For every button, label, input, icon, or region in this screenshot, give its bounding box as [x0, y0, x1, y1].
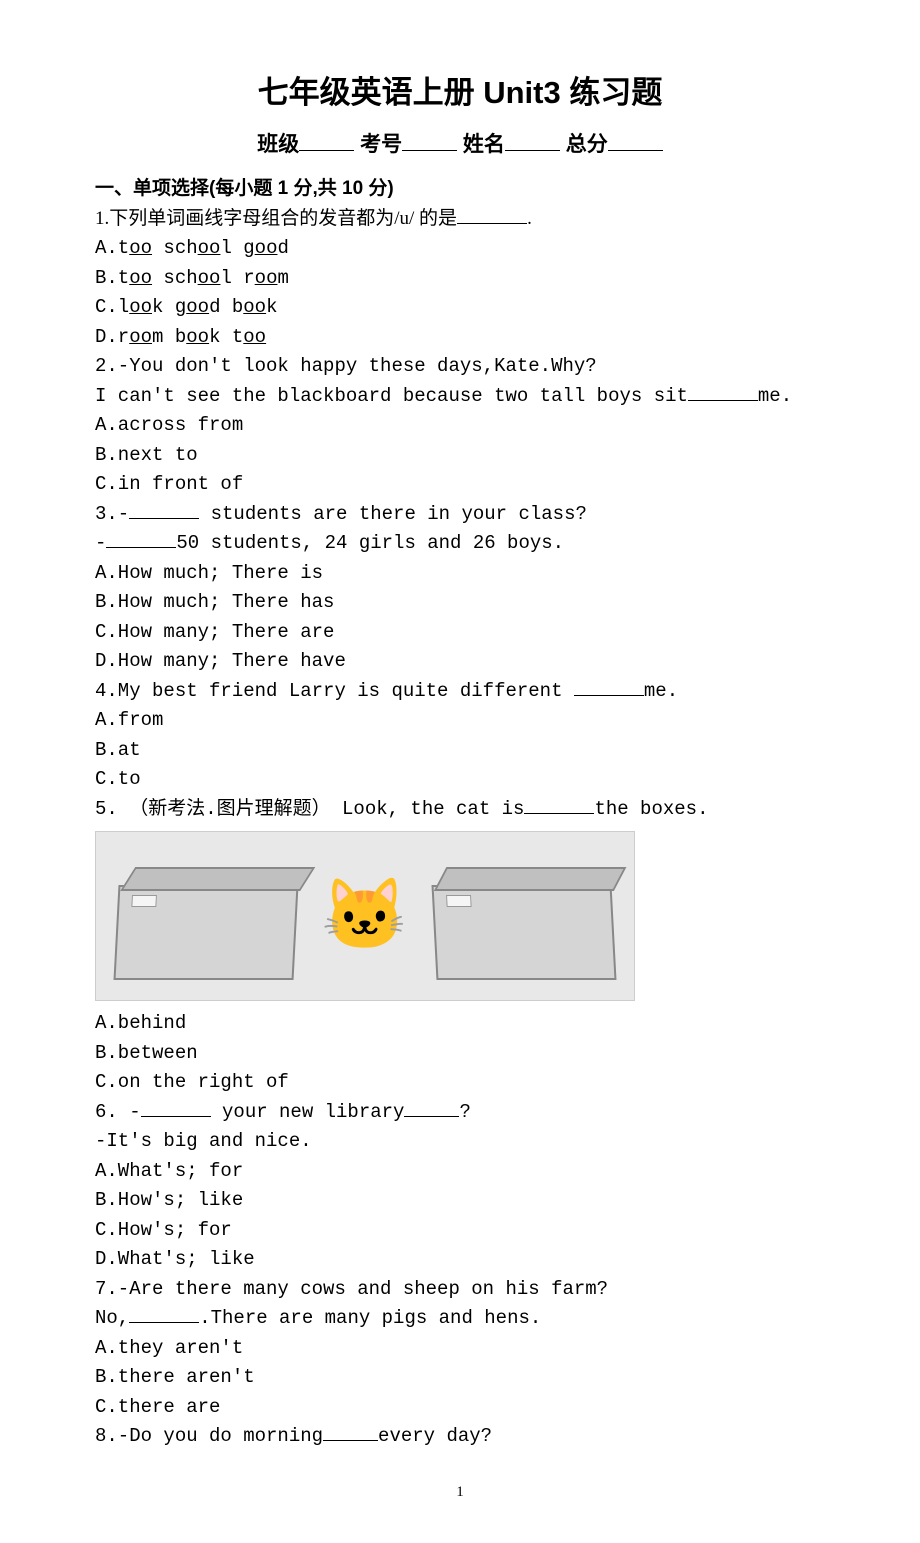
name-label: 姓名 [463, 133, 505, 156]
q2-line2: I can't see the blackboard because two t… [95, 382, 825, 411]
q5-option-b: B.between [95, 1039, 825, 1068]
box-left-icon [114, 885, 299, 980]
q3-option-b: B.How much; There has [95, 588, 825, 617]
q6-blank1[interactable] [141, 1098, 211, 1117]
q3-line2: - 50 students, 24 girls and 26 boys. [95, 529, 825, 558]
q2-option-b: B.next to [95, 441, 825, 470]
q6-option-d: D.What's; like [95, 1245, 825, 1274]
q3-option-c: C.How many; There are [95, 618, 825, 647]
q7-blank[interactable] [129, 1304, 199, 1323]
document-subtitle: 班级 考号 姓名 总分 [95, 129, 825, 161]
q6-option-a: A.What's; for [95, 1157, 825, 1186]
q3-line1-post: students are there in your class? [199, 503, 587, 525]
q8-line1-post: every day? [378, 1425, 492, 1447]
q6-option-c: C.How's; for [95, 1216, 825, 1245]
cat-icon: 🐱 [321, 864, 408, 969]
document-title: 七年级英语上册 Unit3 练习题 [95, 70, 825, 117]
q7-line2: No, .There are many pigs and hens. [95, 1304, 825, 1333]
q1-option-c: C.look good book [95, 293, 825, 322]
q2-blank[interactable] [688, 382, 758, 401]
q6-line1-mid: your new library [211, 1101, 405, 1123]
q5-line1-pre: 5. （新考法.图片理解题） Look, the cat is [95, 798, 524, 820]
q4-line1-post: me. [644, 680, 678, 702]
q2-line2-post: me. [758, 385, 792, 407]
q1-option-d: D.room book too [95, 323, 825, 352]
q5-blank[interactable] [524, 795, 594, 814]
q7-line1: 7.-Are there many cows and sheep on his … [95, 1275, 825, 1304]
q1-stem-post: . [527, 208, 532, 229]
exam-no-label: 考号 [360, 133, 402, 156]
class-blank[interactable] [299, 130, 354, 151]
q3-option-a: A.How much; There is [95, 559, 825, 588]
q2-option-a: A.across from [95, 411, 825, 440]
q7-line2-pre: No, [95, 1307, 129, 1329]
q2-line2-pre: I can't see the blackboard because two t… [95, 385, 688, 407]
q1-option-a: A.too school good [95, 234, 825, 263]
q8-line1-pre: 8.-Do you do morning [95, 1425, 323, 1447]
q4-blank[interactable] [574, 677, 644, 696]
q4-option-a: A.from [95, 706, 825, 735]
total-blank[interactable] [608, 130, 663, 151]
q4-option-b: B.at [95, 736, 825, 765]
q5-line1-post: the boxes. [594, 798, 708, 820]
q6-option-b: B.How's; like [95, 1186, 825, 1215]
q3-blank1[interactable] [129, 500, 199, 519]
q5-option-a: A.behind [95, 1009, 825, 1038]
q7-option-a: A.they aren't [95, 1334, 825, 1363]
q3-option-d: D.How many; There have [95, 647, 825, 676]
name-blank[interactable] [505, 130, 560, 151]
section-1-heading: 一、单项选择(每小题 1 分,共 10 分) [95, 175, 825, 204]
q6-line2: -It's big and nice. [95, 1127, 825, 1156]
q3-line1: 3.- students are there in your class? [95, 500, 825, 529]
q2-line1: 2.-You don't look happy these days,Kate.… [95, 352, 825, 381]
box-right-icon [432, 885, 617, 980]
q6-line1-post: ? [459, 1101, 470, 1123]
q8-line1: 8.-Do you do morning every day? [95, 1422, 825, 1451]
q7-line2-post: .There are many pigs and hens. [199, 1307, 541, 1329]
q6-line1-pre: 6. - [95, 1101, 141, 1123]
exam-no-blank[interactable] [402, 130, 457, 151]
q1-option-b: B.too school room [95, 264, 825, 293]
q3-blank2[interactable] [106, 529, 176, 548]
q5-option-c: C.on the right of [95, 1068, 825, 1097]
q7-option-b: B.there aren't [95, 1363, 825, 1392]
page-number: 1 [95, 1481, 825, 1504]
q2-option-c: C.in front of [95, 470, 825, 499]
q5-image: 🐱 [95, 831, 635, 1001]
q1-stem: 1.下列单词画线字母组合的发音都为/u/ 的是. [95, 205, 825, 234]
q6-blank2[interactable] [404, 1098, 459, 1117]
q8-blank[interactable] [323, 1422, 378, 1441]
class-label: 班级 [257, 133, 299, 156]
q4-line1-pre: 4.My best friend Larry is quite differen… [95, 680, 574, 702]
q1-stem-text: 1.下列单词画线字母组合的发音都为/u/ 的是 [95, 208, 457, 229]
q5-line1: 5. （新考法.图片理解题） Look, the cat is the boxes… [95, 795, 825, 824]
q4-line1: 4.My best friend Larry is quite differen… [95, 677, 825, 706]
q3-line2-post: 50 students, 24 girls and 26 boys. [176, 532, 564, 554]
q6-line1: 6. - your new library? [95, 1098, 825, 1127]
q3-line1-pre: 3.- [95, 503, 129, 525]
total-label: 总分 [566, 133, 608, 156]
q7-option-c: C.there are [95, 1393, 825, 1422]
q4-option-c: C.to [95, 765, 825, 794]
q3-line2-pre: - [95, 532, 106, 554]
q1-blank[interactable] [457, 205, 527, 224]
